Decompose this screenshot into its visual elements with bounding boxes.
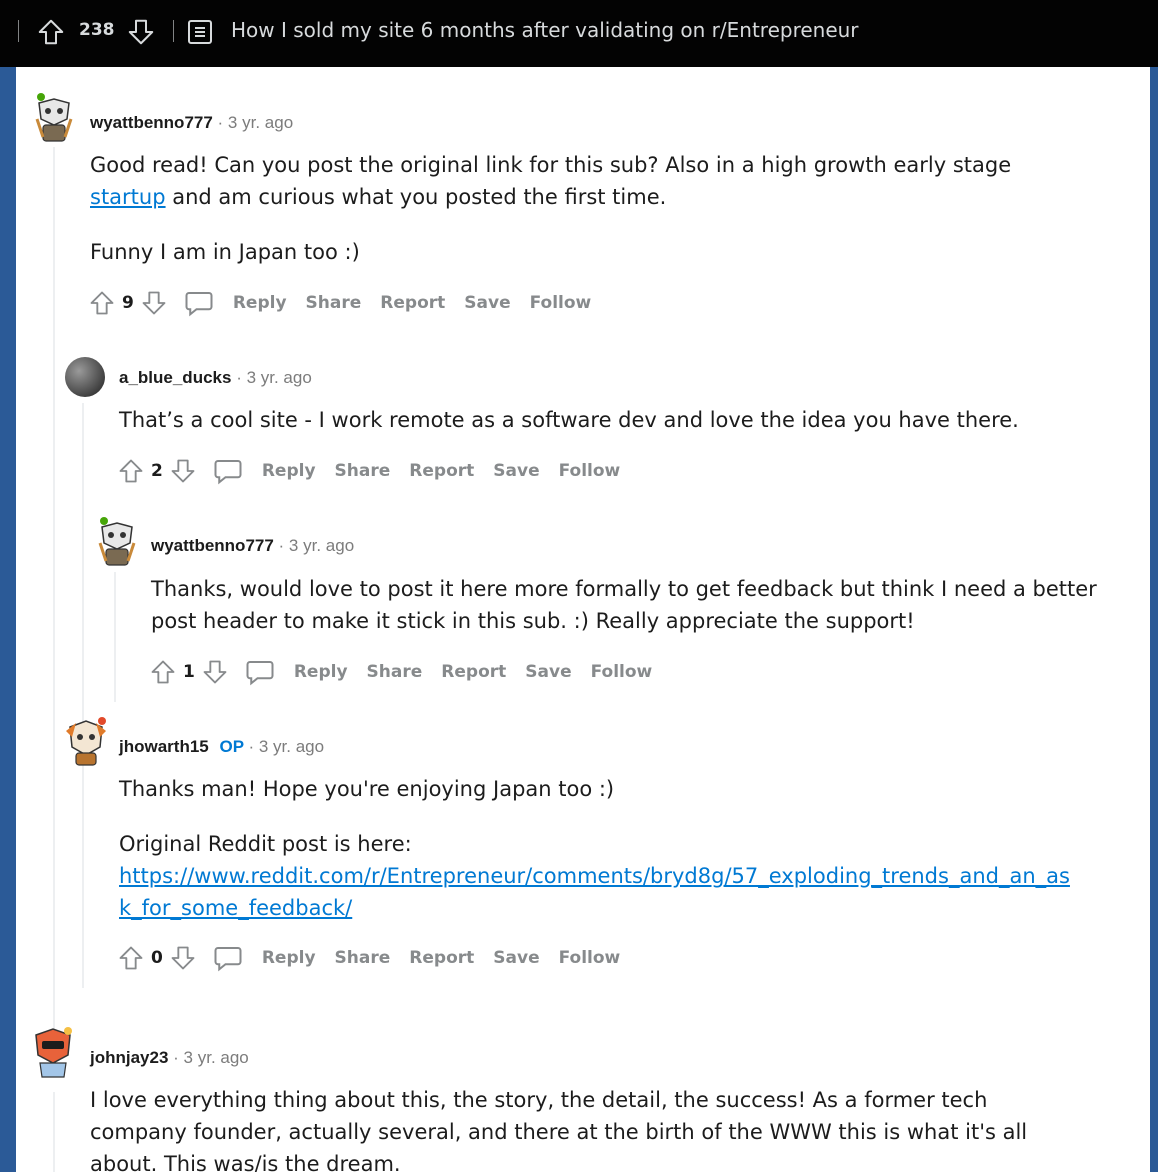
post-score: 238 bbox=[79, 20, 115, 40]
comment-body: That’s a cool site - I work remote as a … bbox=[119, 404, 1119, 436]
comment-paragraph: Thanks, would love to post it here more … bbox=[151, 577, 1097, 633]
share-button[interactable]: Share bbox=[335, 948, 391, 968]
share-button[interactable]: Share bbox=[335, 461, 391, 481]
avatar[interactable] bbox=[96, 513, 138, 569]
post-header-bar: 238 How I sold my site 6 months after va… bbox=[0, 0, 1158, 67]
vote-count: 2 bbox=[151, 461, 163, 481]
comment-author[interactable]: johnjay23 · 3 yr. ago bbox=[90, 1048, 249, 1068]
comment-time: · 3 yr. ago bbox=[173, 1048, 249, 1067]
avatar[interactable] bbox=[62, 713, 110, 769]
avatar[interactable] bbox=[64, 356, 106, 398]
comment-author[interactable]: wyattbenno777 · 3 yr. ago bbox=[90, 113, 293, 133]
thread-line[interactable] bbox=[82, 403, 84, 988]
report-button[interactable]: Report bbox=[409, 948, 474, 968]
thread-line[interactable] bbox=[53, 1092, 55, 1172]
username[interactable]: johnjay23 bbox=[90, 1048, 168, 1067]
vote-count: 9 bbox=[122, 293, 134, 313]
vote-count: 0 bbox=[151, 948, 163, 968]
comment-bubble-icon[interactable] bbox=[184, 288, 214, 318]
vote-count: 1 bbox=[183, 662, 195, 682]
follow-button[interactable]: Follow bbox=[591, 662, 653, 682]
comment-actions: 2 Reply Share Report Save Follow bbox=[117, 455, 620, 487]
follow-button[interactable]: Follow bbox=[559, 948, 621, 968]
report-button[interactable]: Report bbox=[380, 293, 445, 313]
downvote-icon[interactable] bbox=[126, 17, 156, 47]
username[interactable]: wyattbenno777 bbox=[151, 536, 274, 555]
save-button[interactable]: Save bbox=[493, 461, 539, 481]
post-title[interactable]: How I sold my site 6 months after valida… bbox=[231, 18, 859, 42]
upvote-icon[interactable] bbox=[149, 657, 177, 687]
thread-line[interactable] bbox=[53, 147, 55, 1067]
comment-author[interactable]: jhowarth15 OP · 3 yr. ago bbox=[119, 737, 324, 757]
comment-author[interactable]: wyattbenno777 · 3 yr. ago bbox=[151, 536, 354, 556]
comment-bubble-icon[interactable] bbox=[213, 456, 243, 486]
comment-paragraph: Thanks man! Hope you're enjoying Japan t… bbox=[119, 777, 615, 801]
username[interactable]: wyattbenno777 bbox=[90, 113, 213, 132]
comment-paragraph: Good read! Can you post the original lin… bbox=[90, 149, 1090, 213]
comment-time: · 3 yr. ago bbox=[248, 737, 325, 756]
divider bbox=[18, 20, 19, 42]
upvote-icon[interactable] bbox=[36, 17, 66, 47]
save-button[interactable]: Save bbox=[464, 293, 510, 313]
avatar[interactable] bbox=[30, 1023, 76, 1079]
downvote-icon[interactable] bbox=[169, 943, 197, 973]
op-badge: OP bbox=[219, 737, 244, 756]
upvote-icon[interactable] bbox=[117, 456, 145, 486]
downvote-icon[interactable] bbox=[169, 456, 197, 486]
comment-paragraph: Funny I am in Japan too :) bbox=[90, 240, 360, 264]
username[interactable]: a_blue_ducks bbox=[119, 368, 231, 387]
comment-bubble-icon[interactable] bbox=[245, 657, 275, 687]
upvote-icon[interactable] bbox=[88, 288, 116, 318]
comment-body: Thanks, would love to post it here more … bbox=[151, 573, 1111, 637]
save-button[interactable]: Save bbox=[525, 662, 571, 682]
report-button[interactable]: Report bbox=[441, 662, 506, 682]
comment-text: and am curious what you posted the first… bbox=[165, 185, 667, 209]
comment-text: Original Reddit post is here: bbox=[119, 832, 412, 856]
comment-paragraph: I love everything thing about this, the … bbox=[90, 1088, 1028, 1172]
follow-button[interactable]: Follow bbox=[559, 461, 621, 481]
comment-body: I love everything thing about this, the … bbox=[90, 1084, 1080, 1172]
share-button[interactable]: Share bbox=[306, 293, 362, 313]
save-button[interactable]: Save bbox=[493, 948, 539, 968]
original-post-link[interactable]: https://www.reddit.com/r/Entrepreneur/co… bbox=[119, 864, 1070, 920]
comment-body: Thanks man! Hope you're enjoying Japan t… bbox=[119, 773, 1079, 924]
reply-button[interactable]: Reply bbox=[233, 293, 287, 313]
comment-body: Good read! Can you post the original lin… bbox=[90, 149, 1090, 291]
thread-line[interactable] bbox=[114, 572, 116, 702]
comment-actions: 0 Reply Share Report Save Follow bbox=[117, 942, 620, 974]
comment-actions: 9 Reply Share Report Save Follow bbox=[88, 287, 591, 319]
divider bbox=[173, 20, 174, 42]
comment-bubble-icon[interactable] bbox=[213, 943, 243, 973]
comment-text: Good read! Can you post the original lin… bbox=[90, 153, 1012, 177]
reply-button[interactable]: Reply bbox=[262, 461, 316, 481]
comment-author[interactable]: a_blue_ducks · 3 yr. ago bbox=[119, 368, 312, 388]
username[interactable]: jhowarth15 bbox=[119, 737, 209, 756]
comment-time: · 3 yr. ago bbox=[236, 368, 312, 387]
comment-paragraph: That’s a cool site - I work remote as a … bbox=[119, 408, 1019, 432]
startup-link[interactable]: startup bbox=[90, 185, 166, 209]
downvote-icon[interactable] bbox=[140, 288, 168, 318]
avatar[interactable] bbox=[33, 89, 75, 145]
reply-button[interactable]: Reply bbox=[262, 948, 316, 968]
comment-paragraph: Original Reddit post is here: https://ww… bbox=[119, 828, 1079, 924]
upvote-icon[interactable] bbox=[117, 943, 145, 973]
share-button[interactable]: Share bbox=[367, 662, 423, 682]
comment-time: · 3 yr. ago bbox=[278, 536, 355, 555]
report-button[interactable]: Report bbox=[409, 461, 474, 481]
downvote-icon[interactable] bbox=[201, 657, 229, 687]
text-post-icon bbox=[188, 20, 212, 44]
follow-button[interactable]: Follow bbox=[530, 293, 592, 313]
comment-actions: 1 Reply Share Report Save Follow bbox=[149, 656, 652, 688]
comments-panel: wyattbenno777 · 3 yr. ago Good read! Can… bbox=[16, 67, 1150, 1172]
comment-time: · 3 yr. ago bbox=[217, 113, 294, 132]
reply-button[interactable]: Reply bbox=[294, 662, 348, 682]
